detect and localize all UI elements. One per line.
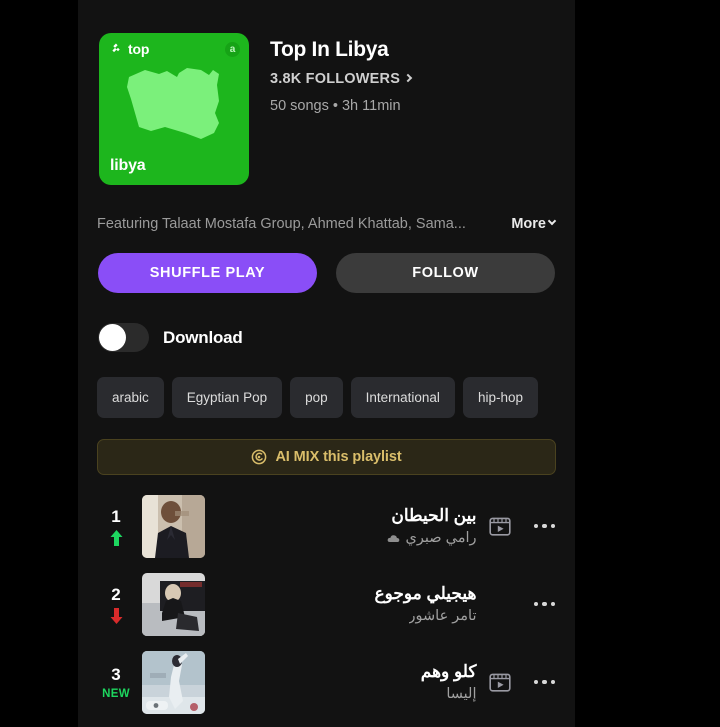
dot — [533, 679, 538, 685]
track-list: 1 بين الحيطان رامي صبري 2 هيجيلي موجوع ت… — [78, 487, 575, 721]
chevron-right-icon — [403, 73, 413, 83]
page-title: Top In Libya — [270, 38, 389, 61]
download-toggle[interactable] — [98, 323, 149, 352]
cover-top-label: top — [128, 41, 150, 57]
track-info: كلو وهم إليسا — [205, 662, 477, 702]
cover-badge-icon: a — [225, 42, 240, 57]
dot — [533, 601, 538, 607]
chevron-down-icon — [547, 216, 557, 226]
dot — [542, 601, 547, 607]
track-actions — [477, 672, 558, 693]
table-row[interactable]: 1 بين الحيطان رامي صبري — [78, 487, 575, 565]
track-more-button[interactable] — [532, 518, 558, 535]
playlist-screen: top a libya Top In Libya 3.8K FOLLOWERS … — [78, 0, 575, 727]
track-info: بين الحيطان رامي صبري — [205, 506, 477, 546]
dot — [550, 601, 555, 607]
track-info: هيجيلي موجوع تامر عاشور — [205, 584, 477, 624]
tag-chip[interactable]: pop — [290, 377, 343, 418]
trend-new-badge: NEW — [102, 687, 130, 700]
playlist-stats: 50 songs • 3h 11min — [270, 98, 401, 115]
followers-link[interactable]: 3.8K FOLLOWERS — [270, 71, 413, 88]
playlist-meta: Top In Libya 3.8K FOLLOWERS 50 songs • 3… — [270, 33, 413, 185]
track-title: بين الحيطان — [391, 506, 477, 525]
tag-chip[interactable]: Egyptian Pop — [171, 377, 283, 418]
table-row[interactable]: 3 NEW كلو وهم إليسا — [78, 643, 575, 721]
track-album-art — [142, 650, 205, 714]
trend-down-icon — [110, 607, 122, 624]
download-row: Download — [78, 323, 575, 352]
track-artist-row: تامر عاشور — [224, 608, 477, 624]
album-art-image — [142, 650, 205, 714]
dot — [542, 523, 547, 529]
track-artist: إليسا — [446, 686, 477, 702]
track-more-button[interactable] — [532, 674, 558, 691]
track-artist: تامر عاشور — [408, 608, 477, 624]
rank-number: 1 — [111, 506, 121, 526]
track-rank: 1 — [97, 507, 135, 546]
cover-top-brand: top — [109, 41, 149, 57]
anghami-logo-icon — [112, 43, 120, 52]
ai-mix-label: AI MIX this playlist — [275, 449, 402, 465]
track-artist-row: إليسا — [224, 686, 477, 702]
video-icon[interactable] — [488, 672, 511, 693]
trend-up-icon — [110, 529, 122, 546]
track-artist-row: رامي صبري — [224, 530, 477, 546]
track-rank: 3 NEW — [97, 665, 135, 700]
rank-number: 2 — [111, 584, 121, 604]
rank-number: 3 — [111, 664, 121, 684]
table-row[interactable]: 2 هيجيلي موجوع تامر عاشور — [78, 565, 575, 643]
featuring-text: Featuring Talaat Mostafa Group, Ahmed Kh… — [97, 216, 466, 232]
track-actions — [477, 516, 558, 537]
action-buttons: SHUFFLE PLAY FOLLOW — [78, 253, 575, 293]
tag-chip[interactable]: arabic — [97, 377, 164, 418]
dot — [550, 679, 555, 685]
follow-button[interactable]: FOLLOW — [336, 253, 555, 293]
album-art-image — [142, 494, 205, 558]
download-label: Download — [163, 327, 243, 347]
featuring-more-button[interactable]: More — [511, 216, 557, 232]
screenshot-root: top a libya Top In Libya 3.8K FOLLOWERS … — [0, 0, 720, 727]
ai-mix-banner[interactable]: AI MIX this playlist — [97, 439, 556, 475]
track-title: كلو وهم — [420, 662, 477, 681]
featuring-row: Featuring Talaat Mostafa Group, Ahmed Kh… — [78, 216, 575, 232]
tag-chips: arabic Egyptian Pop pop International hi… — [78, 377, 575, 418]
dot — [550, 523, 555, 529]
featuring-more-label: More — [511, 216, 546, 232]
followers-count: 3.8K FOLLOWERS — [270, 71, 401, 88]
track-artist: رامي صبري — [405, 530, 477, 546]
dot — [533, 523, 538, 529]
dot — [542, 679, 547, 685]
tag-chip[interactable]: hip-hop — [462, 377, 538, 418]
libya-map-shape — [127, 68, 219, 139]
track-more-button[interactable] — [532, 596, 558, 613]
video-icon[interactable] — [488, 516, 511, 537]
album-art-image — [142, 572, 205, 636]
playlist-header: top a libya Top In Libya 3.8K FOLLOWERS … — [78, 0, 575, 185]
track-album-art — [142, 494, 205, 558]
track-actions — [477, 594, 558, 615]
cover-country-label: libya — [110, 157, 146, 174]
ai-mix-spiral-icon — [252, 449, 267, 465]
verified-cloud-icon — [387, 534, 399, 542]
track-rank: 2 — [97, 585, 135, 624]
tag-chip[interactable]: International — [350, 377, 455, 418]
track-title: هيجيلي موجوع — [374, 584, 477, 603]
shuffle-play-button[interactable]: SHUFFLE PLAY — [98, 253, 317, 293]
toggle-knob — [99, 324, 126, 351]
playlist-cover-art[interactable]: top a libya — [99, 33, 249, 185]
track-album-art — [142, 572, 205, 636]
